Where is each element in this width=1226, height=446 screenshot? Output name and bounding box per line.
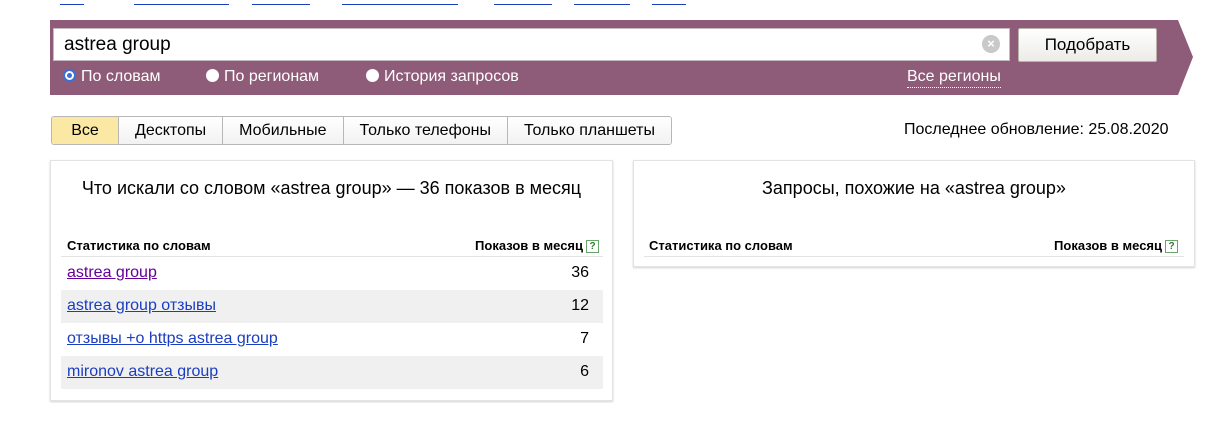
all-regions-link[interactable]: Все регионы [907,67,1001,88]
help-icon[interactable]: ? [586,240,599,253]
col-phrase-header: Статистика по словам [649,238,793,253]
clear-icon[interactable]: × [982,35,1000,53]
similar-panel-title: Запросы, похожие на «astrea group» [762,178,1066,198]
row-count: 7 [580,330,589,347]
header-divider [644,256,1184,257]
table-row: отзывы +о https astrea group 7 [61,323,603,356]
words-panel: Что искали со словом «astrea group» — 36… [50,160,613,401]
table-row: mironov astrea group 6 [61,356,603,389]
mode-label: По регионам [224,68,320,85]
mode-by-regions[interactable]: По регионам [206,67,319,87]
col-count-header: Показов в месяц? [475,238,599,253]
tab-phones-only[interactable]: Только телефоны [342,117,507,144]
radio-checked-icon [63,69,76,82]
col-count-header: Показов в месяц? [1054,238,1178,253]
last-update: Последнее обновление: 25.08.2020 [904,121,1169,138]
tab-all[interactable]: Все [52,117,118,144]
top-nav-links [0,0,1226,5]
phrase-link[interactable]: astrea group отзывы [67,297,216,315]
col-count-label: Показов в месяц [475,238,583,253]
radio-unchecked-icon [366,69,379,82]
search-input[interactable]: astrea group [53,28,1010,61]
col-count-label: Показов в месяц [1054,238,1162,253]
table-row: astrea group 36 [61,257,603,290]
table-row: astrea group отзывы 12 [61,290,603,323]
mode-by-words[interactable]: По словам [63,67,160,87]
search-query: astrea group [64,34,171,55]
row-count: 6 [580,363,589,380]
phrase-link[interactable]: mironov astrea group [67,363,218,381]
words-panel-title: Что искали со словом «astrea group» — 36… [81,178,582,198]
help-icon[interactable]: ? [1165,240,1178,253]
tab-tablets-only[interactable]: Только планшеты [506,117,671,144]
row-count: 36 [571,264,589,281]
radio-unchecked-icon [206,69,219,82]
mode-query-history[interactable]: История запросов [366,67,519,87]
device-tabs: Все Десктопы Мобильные Только телефоны Т… [51,116,672,145]
mode-label: По словам [81,68,161,85]
tab-desktops[interactable]: Десктопы [118,117,223,144]
col-phrase-header: Статистика по словам [67,238,211,253]
tab-mobile[interactable]: Мобильные [222,117,343,144]
phrase-link[interactable]: astrea group [67,264,157,282]
mode-label: История запросов [384,68,519,85]
row-count: 12 [571,297,589,314]
phrase-link[interactable]: отзывы +о https astrea group [67,330,278,348]
pick-button[interactable]: Подобрать [1018,28,1157,62]
similar-panel: Запросы, похожие на «astrea group» Стати… [633,160,1195,267]
